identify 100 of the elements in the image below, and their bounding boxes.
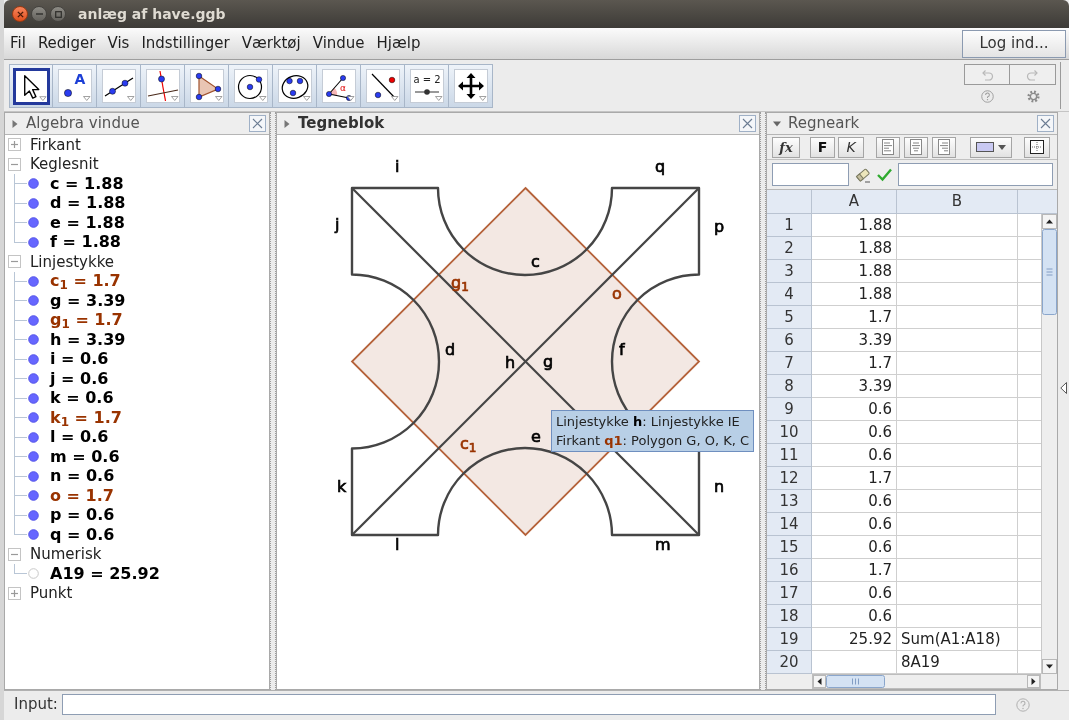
spreadsheet-cell[interactable]	[897, 283, 1018, 306]
spreadsheet-cell[interactable]	[897, 214, 1018, 237]
spreadsheet-cell[interactable]: 1.88	[812, 214, 897, 237]
tree-group-label[interactable]: Firkant	[30, 135, 81, 156]
spreadsheet-cell[interactable]	[897, 306, 1018, 329]
spreadsheet-cell[interactable]: 1.7	[812, 467, 897, 490]
algebra-entry[interactable]: c = 1.88	[50, 175, 124, 192]
cell-name-field[interactable]	[772, 163, 849, 186]
italic-button[interactable]: K	[838, 136, 864, 158]
dot-icon[interactable]	[28, 178, 39, 190]
spreadsheet-cell[interactable]: 25.92	[812, 628, 897, 651]
spreadsheet-cell[interactable]: 1.7	[812, 559, 897, 582]
row-header[interactable]: 6	[767, 329, 812, 352]
minimize-window-button[interactable]	[31, 6, 47, 22]
row-header[interactable]: 12	[767, 467, 812, 490]
align-left-button[interactable]	[876, 136, 900, 158]
column-header[interactable]: B	[897, 190, 1018, 213]
row-header[interactable]: 14	[767, 513, 812, 536]
menu-item[interactable]: Vis	[101, 31, 136, 56]
column-header[interactable]: A	[812, 190, 897, 213]
algebra-entry[interactable]: m = 0.6	[50, 448, 120, 465]
dot-icon[interactable]	[28, 529, 39, 541]
collapse-icon[interactable]	[8, 157, 21, 171]
dot-icon[interactable]	[28, 470, 39, 482]
row-header[interactable]: 17	[767, 582, 812, 605]
spreadsheet-cell[interactable]	[897, 536, 1018, 559]
spreadsheet-cell[interactable]: 0.6	[812, 605, 897, 628]
spreadsheet-cell[interactable]	[897, 605, 1018, 628]
bold-button[interactable]: F	[810, 136, 835, 158]
dot-icon[interactable]	[28, 295, 39, 307]
algebra-entry[interactable]: k = 0.6	[50, 390, 114, 407]
spreadsheet-cell[interactable]	[897, 329, 1018, 352]
row-header[interactable]: 13	[767, 490, 812, 513]
close-window-button[interactable]	[12, 6, 28, 22]
horizontal-scrollbar[interactable]	[812, 674, 1041, 689]
algebra-entry[interactable]: o = 1.7	[50, 487, 114, 504]
menu-item[interactable]: Værktøj	[235, 31, 307, 56]
login-button[interactable]: Log ind...	[962, 29, 1066, 58]
close-button[interactable]	[1037, 115, 1054, 132]
row-header[interactable]: 1	[767, 214, 812, 237]
row-header[interactable]: 11	[767, 444, 812, 467]
menu-item[interactable]: Hjælp	[370, 31, 427, 56]
row-header[interactable]: 7	[767, 352, 812, 375]
scrollbar-thumb[interactable]	[826, 675, 885, 688]
spreadsheet-cell[interactable]: 1.88	[812, 283, 897, 306]
help-icon[interactable]	[1015, 697, 1030, 712]
row-header[interactable]: 16	[767, 559, 812, 582]
scrollbar-thumb[interactable]	[1042, 229, 1057, 315]
close-button[interactable]	[249, 115, 266, 132]
row-header[interactable]: 9	[767, 398, 812, 421]
triangle-left-icon[interactable]	[813, 675, 826, 688]
dot-icon[interactable]	[28, 353, 39, 365]
borders-button[interactable]	[1024, 136, 1050, 158]
dot-icon[interactable]	[28, 431, 39, 443]
menu-item[interactable]: Indstillinger	[135, 31, 236, 56]
menu-item[interactable]: Vindue	[306, 31, 371, 56]
dot-icon[interactable]	[28, 412, 39, 424]
spreadsheet-cell[interactable]: 1.88	[812, 237, 897, 260]
spreadsheet-cell[interactable]: 3.39	[812, 375, 897, 398]
dot-icon[interactable]	[28, 490, 39, 502]
triangle-up-icon[interactable]	[1042, 214, 1057, 229]
fill-color-button[interactable]	[970, 136, 1012, 158]
spreadsheet-cell[interactable]	[897, 375, 1018, 398]
spreadsheet-cell[interactable]	[897, 559, 1018, 582]
spreadsheet-cell[interactable]	[897, 237, 1018, 260]
dot-icon[interactable]	[28, 373, 39, 385]
menu-item[interactable]: Fil	[4, 31, 32, 56]
spreadsheet-cell[interactable]	[897, 582, 1018, 605]
dot-icon[interactable]	[28, 509, 39, 521]
algebra-entry[interactable]: A19 = 25.92	[50, 565, 160, 582]
dot-icon[interactable]	[28, 392, 39, 404]
close-button[interactable]	[739, 115, 756, 132]
algebra-entry[interactable]: c$_{1}$ = 1.7	[50, 273, 121, 290]
tree-group-label[interactable]: Numerisk	[30, 543, 102, 566]
algebra-entry[interactable]: i = 0.6	[50, 351, 109, 368]
tree-group-label[interactable]: Punkt	[30, 582, 73, 605]
algebra-entry[interactable]: d = 1.88	[50, 195, 126, 212]
help-icon[interactable]	[980, 90, 994, 103]
dot-icon[interactable]	[28, 236, 39, 248]
triangle-right-icon[interactable]	[1027, 675, 1040, 688]
spreadsheet-cell[interactable]	[897, 490, 1018, 513]
dot-icon[interactable]	[28, 334, 39, 346]
spreadsheet-cell[interactable]: 1.88	[812, 260, 897, 283]
spreadsheet-cell[interactable]	[897, 444, 1018, 467]
align-right-button[interactable]	[932, 136, 956, 158]
row-header[interactable]: 15	[767, 536, 812, 559]
row-header[interactable]: 20	[767, 651, 812, 674]
spreadsheet-cell[interactable]	[897, 352, 1018, 375]
row-header[interactable]: 5	[767, 306, 812, 329]
spreadsheet-cell[interactable]	[897, 513, 1018, 536]
menu-item[interactable]: Rediger	[31, 31, 102, 56]
check-icon[interactable]	[876, 167, 893, 182]
algebra-entry[interactable]: n = 0.6	[50, 468, 115, 485]
dot-icon[interactable]	[28, 275, 39, 287]
row-header[interactable]: 4	[767, 283, 812, 306]
formula-field[interactable]	[898, 163, 1053, 186]
algebra-entry[interactable]: g$_{1}$ = 1.7	[50, 312, 123, 329]
dot-icon[interactable]	[28, 314, 39, 326]
algebra-entry[interactable]: p = 0.6	[50, 507, 115, 524]
spreadsheet-cell[interactable]	[897, 467, 1018, 490]
